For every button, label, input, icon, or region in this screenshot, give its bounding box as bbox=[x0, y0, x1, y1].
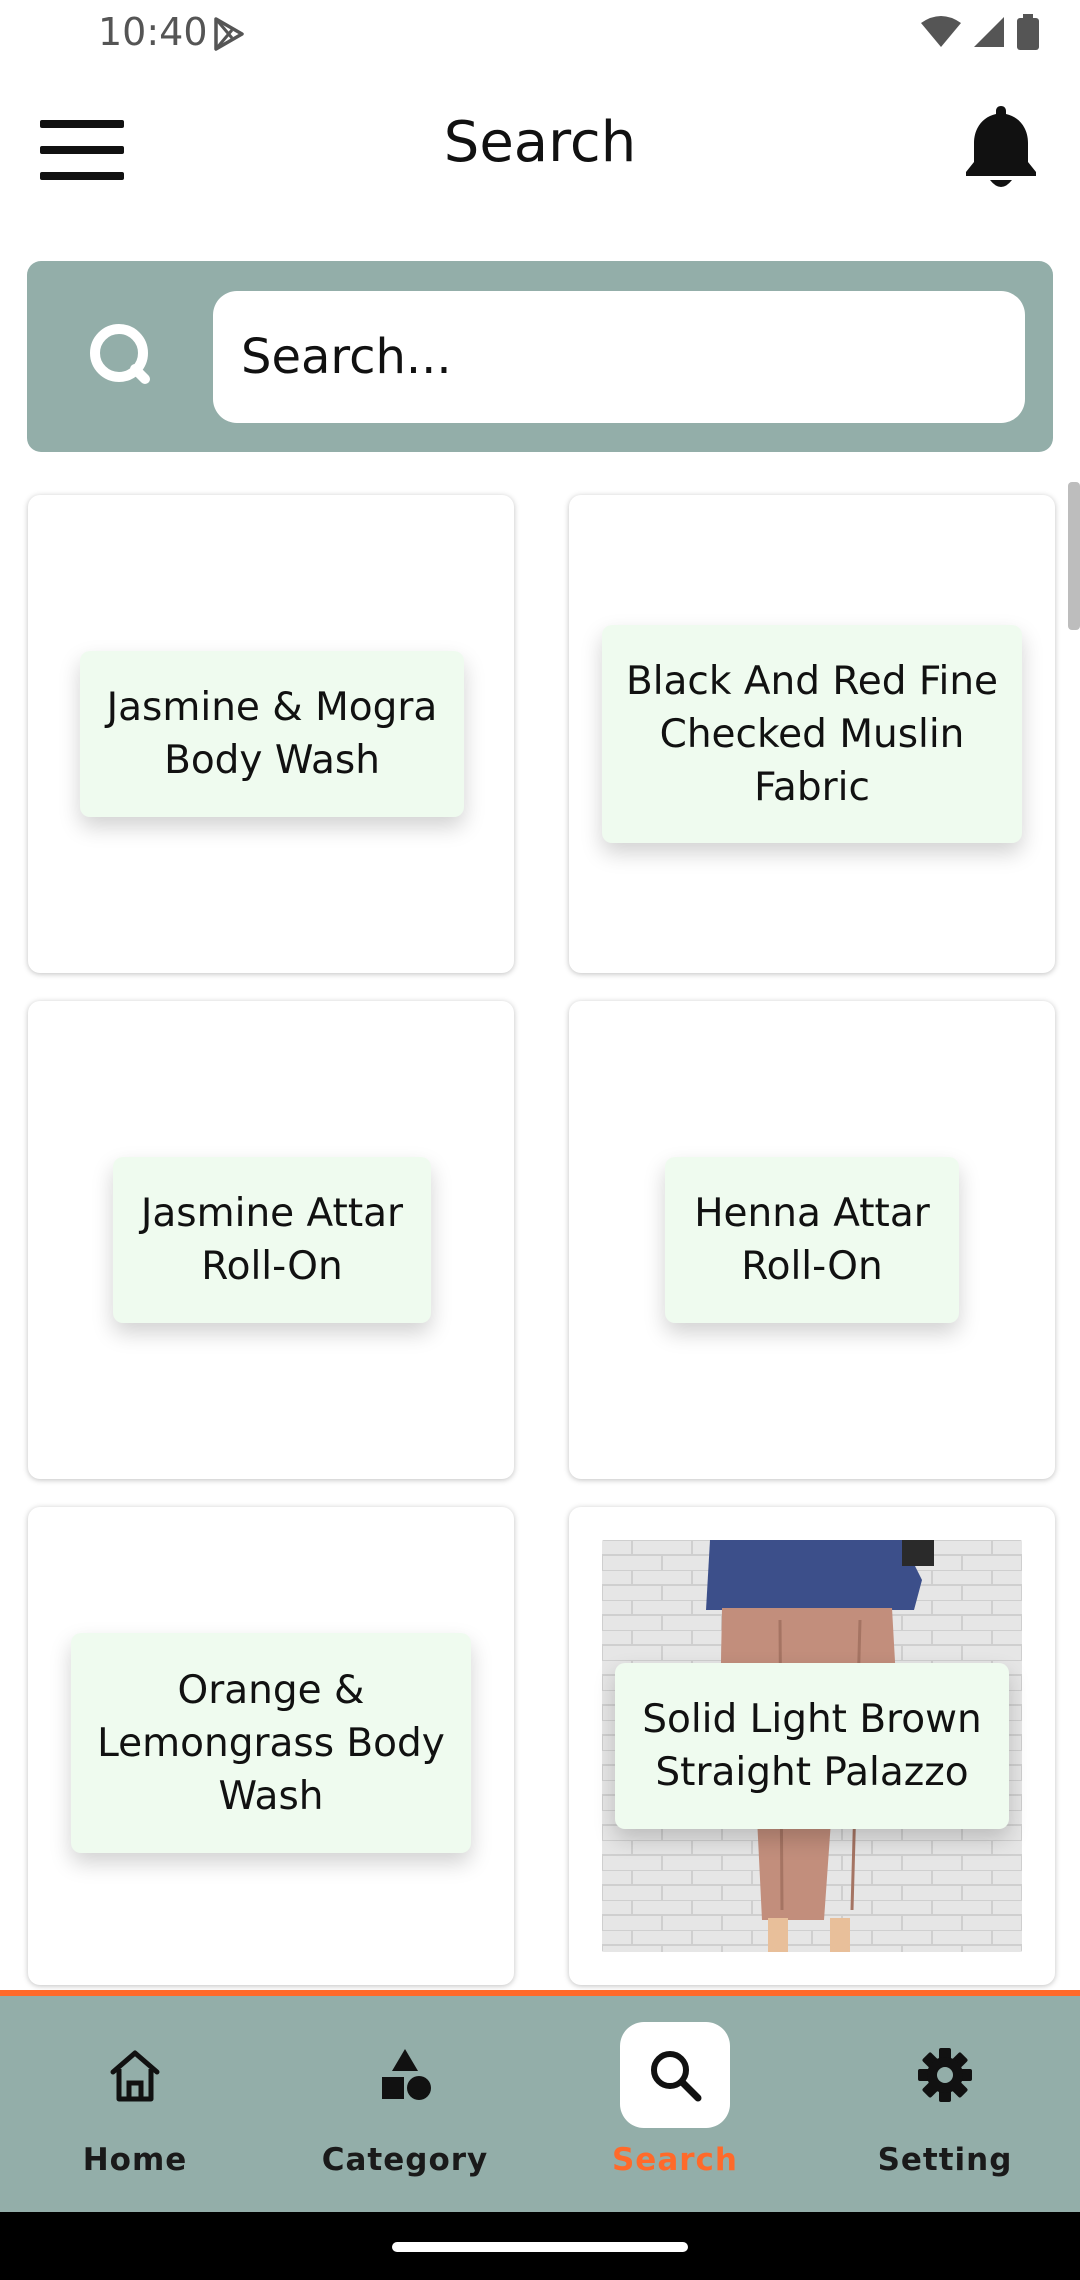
wifi-icon bbox=[921, 16, 961, 47]
home-gesture-handle[interactable] bbox=[392, 2242, 688, 2252]
notification-button[interactable] bbox=[960, 102, 1042, 194]
product-card[interactable]: Jasmine & Mogra Body Wash bbox=[28, 495, 514, 973]
gesture-bar bbox=[0, 2212, 1080, 2280]
product-card[interactable]: Jasmine Attar Roll-On bbox=[28, 1001, 514, 1479]
page-title: Search bbox=[443, 110, 637, 175]
nav-category[interactable]: Category bbox=[270, 1996, 540, 2212]
search-input[interactable] bbox=[213, 291, 1025, 423]
product-name: Solid Light Brown Straight Palazzo bbox=[615, 1663, 1009, 1829]
search-icon bbox=[651, 2051, 702, 2102]
nav-search[interactable]: Search bbox=[540, 1996, 810, 2212]
bell-icon bbox=[966, 106, 1036, 187]
product-card[interactable]: Solid Light Brown Straight Palazzo bbox=[569, 1507, 1055, 1985]
shapes-icon bbox=[382, 2049, 431, 2100]
nav-label: Search bbox=[611, 2142, 738, 2178]
play-store-icon bbox=[214, 17, 244, 51]
product-card[interactable]: Black And Red Fine Checked Muslin Fabric bbox=[569, 495, 1055, 973]
app-bar: Search bbox=[0, 90, 1080, 210]
search-panel bbox=[27, 261, 1053, 452]
product-name: Black And Red Fine Checked Muslin Fabric bbox=[602, 625, 1022, 843]
product-name: Jasmine & Mogra Body Wash bbox=[80, 651, 464, 817]
nav-setting[interactable]: Setting bbox=[810, 1996, 1080, 2212]
status-time: 10:40 bbox=[98, 10, 208, 54]
search-icon bbox=[90, 324, 150, 384]
signal-icon bbox=[974, 17, 1004, 47]
battery-icon bbox=[1017, 14, 1039, 50]
nav-home[interactable]: Home bbox=[0, 1996, 270, 2212]
product-name: Jasmine Attar Roll-On bbox=[113, 1157, 431, 1323]
product-name: Henna Attar Roll-On bbox=[665, 1157, 959, 1323]
product-card[interactable]: Henna Attar Roll-On bbox=[569, 1001, 1055, 1479]
bottom-nav: Home Category Search Setting bbox=[0, 1990, 1080, 2212]
product-name: Orange & Lemongrass Body Wash bbox=[71, 1633, 471, 1853]
status-icons bbox=[920, 14, 1040, 50]
home-icon bbox=[110, 2050, 160, 2102]
gear-icon bbox=[918, 2048, 972, 2102]
nav-label: Setting bbox=[877, 2142, 1013, 2178]
product-card[interactable]: Orange & Lemongrass Body Wash bbox=[28, 1507, 514, 1985]
nav-label: Category bbox=[321, 2142, 489, 2178]
status-bar: 10:40 bbox=[0, 0, 1080, 66]
nav-label: Home bbox=[82, 2142, 188, 2178]
scrollbar[interactable] bbox=[1068, 482, 1080, 630]
